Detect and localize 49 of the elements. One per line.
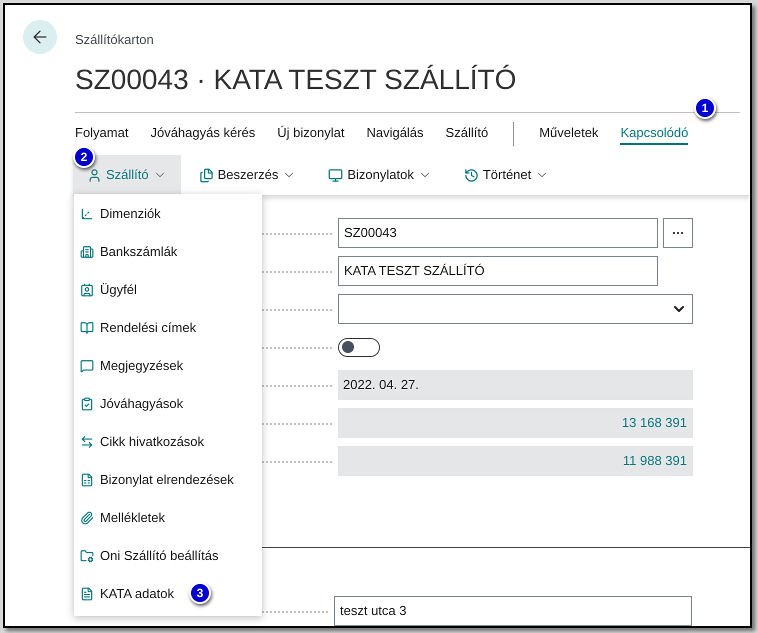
monitor-icon xyxy=(328,168,344,182)
action-tab[interactable]: Új bizonylat xyxy=(277,123,344,145)
menu-item[interactable]: Oni Szállító beállítás xyxy=(74,537,262,575)
menu-item[interactable]: Bankszámlák xyxy=(74,233,262,271)
building-icon xyxy=(80,245,94,259)
amount-field: 11 988 391 xyxy=(338,446,693,476)
callout-badge: 1 xyxy=(694,97,716,119)
menu-item[interactable]: Cikk hivatkozások xyxy=(74,423,262,461)
documents-icon xyxy=(198,168,214,182)
folder-gear-icon xyxy=(80,549,94,563)
history-icon xyxy=(464,168,479,182)
action-tab[interactable]: Műveletek xyxy=(539,123,598,145)
book-icon xyxy=(80,321,94,335)
action-tab[interactable]: Szállító xyxy=(446,123,488,145)
text-field[interactable]: SZ00043 xyxy=(338,218,658,248)
paperclip-icon xyxy=(80,511,94,525)
date-field: 2022. 04. 27. xyxy=(338,370,693,400)
menu-item[interactable]: Rendelési címek xyxy=(74,309,262,347)
speech-bubble-icon xyxy=(80,359,94,373)
address-field[interactable]: teszt utca 3 xyxy=(334,596,692,626)
document-icon xyxy=(80,587,94,601)
toolbar-button[interactable]: Beszerzés xyxy=(184,155,310,195)
spreadsheet-icon xyxy=(80,473,94,487)
toolbar-button[interactable]: Történet xyxy=(450,155,564,195)
axes-icon xyxy=(80,207,94,221)
action-tab[interactable]: Jóváhagyás kérés xyxy=(150,123,256,145)
toolbar-button[interactable]: Bizonylatok xyxy=(314,155,446,195)
menu-item[interactable]: Mellékletek xyxy=(74,499,262,537)
lookup-button[interactable] xyxy=(663,218,693,248)
menu-item[interactable]: Bizonylat elrendezések xyxy=(74,461,262,499)
back-button[interactable] xyxy=(23,20,57,54)
menu-item[interactable]: Ügyfél xyxy=(74,271,262,309)
action-tab[interactable]: Folyamat xyxy=(75,123,128,145)
swap-arrows-icon xyxy=(80,435,94,449)
callout-badge: 2 xyxy=(73,146,95,168)
amount-field: 13 168 391 xyxy=(338,408,693,438)
menu-item[interactable]: Jóváhagyások xyxy=(74,385,262,423)
clipboard-check-icon xyxy=(80,397,94,411)
page-title: SZ00043 · KATA TESZT SZÁLLÍTÓ xyxy=(75,63,516,97)
contact-card-icon xyxy=(80,283,94,297)
action-tab[interactable]: Navigálás xyxy=(366,123,424,145)
menu-item[interactable]: Dimenziók xyxy=(74,195,262,233)
toggle-switch[interactable] xyxy=(338,338,380,356)
menu-item[interactable]: Megjegyzések xyxy=(74,347,262,385)
person-icon xyxy=(87,168,102,182)
dropdown-field[interactable] xyxy=(338,294,693,324)
breadcrumb: Szállítókarton xyxy=(75,31,154,49)
action-tab[interactable]: Kapcsolódó xyxy=(620,123,688,145)
text-field[interactable]: KATA TESZT SZÁLLÍTÓ xyxy=(338,256,658,286)
